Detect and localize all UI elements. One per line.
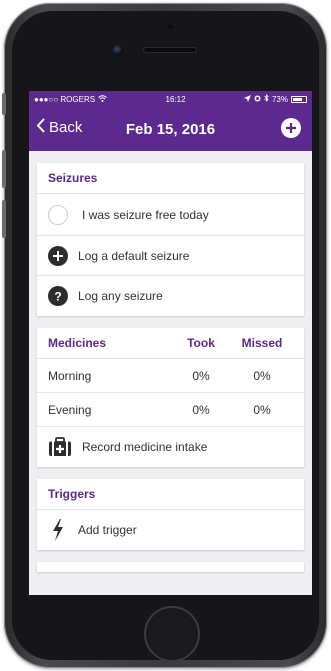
lightning-icon [53, 519, 63, 541]
triggers-card: Triggers Add trigger [37, 479, 304, 550]
earpiece-speaker [144, 48, 196, 52]
log-any-seizure-label: Log any seizure [78, 289, 163, 303]
app-screen: ●●●○○ ROGERS 16:12 73% Back Feb 15, 2016… [29, 91, 312, 595]
plus-icon [286, 123, 296, 133]
missed-value: 0% [253, 368, 271, 383]
medicine-time-label: Evening [48, 402, 92, 417]
volume-up-button [2, 150, 6, 188]
navigation-bar: Back Feb 15, 2016 [29, 107, 312, 151]
content-area: Seizures I was seizure free today Log a … [29, 151, 312, 572]
proximity-sensor [168, 24, 173, 29]
back-label: Back [49, 119, 83, 136]
seizures-header: Seizures [37, 163, 304, 194]
add-circle-button[interactable] [281, 118, 301, 138]
next-card-peek [37, 562, 304, 572]
add-trigger-row[interactable]: Add trigger [37, 510, 304, 550]
empty-circle-icon [48, 204, 68, 225]
front-camera [113, 45, 123, 55]
volume-down-button [2, 200, 6, 238]
alarm-icon [254, 95, 261, 104]
triggers-header: Triggers [37, 479, 304, 510]
took-value: 0% [192, 368, 210, 383]
seizure-free-label: I was seizure free today [82, 207, 209, 222]
mute-switch [2, 93, 6, 115]
medicines-header-row: Medicines Took Missed [37, 328, 304, 359]
seizure-free-row[interactable]: I was seizure free today [37, 194, 304, 236]
status-time: 16:12 [165, 94, 186, 104]
bluetooth-icon [264, 94, 269, 104]
wifi-icon [98, 94, 107, 104]
medicine-row-evening[interactable]: Evening 0% 0% [37, 393, 304, 427]
seizures-card: Seizures I was seizure free today Log a … [37, 163, 304, 316]
battery-percent: 73% [271, 94, 288, 104]
medicines-card: Medicines Took Missed Morning 0% 0% Even… [37, 328, 304, 467]
missed-value: 0% [253, 402, 271, 417]
location-icon [243, 94, 251, 104]
plus-circle-icon [48, 245, 68, 266]
missed-column-header: Missed [241, 336, 283, 350]
back-button[interactable]: Back [36, 118, 82, 137]
record-medicine-intake-row[interactable]: Record medicine intake [37, 427, 304, 467]
question-circle-icon: ? [48, 286, 68, 306]
home-button[interactable] [144, 606, 200, 662]
log-any-seizure-row[interactable]: ? Log any seizure [37, 276, 304, 316]
record-medicine-intake-label: Record medicine intake [82, 440, 208, 454]
carrier-label: ●●●○○ ROGERS [34, 94, 96, 104]
status-bar: ●●●○○ ROGERS 16:12 73% [29, 91, 312, 107]
log-default-seizure-row[interactable]: Log a default seizure [37, 236, 304, 276]
add-trigger-label: Add trigger [78, 523, 137, 537]
chevron-left-icon [36, 118, 45, 137]
log-default-seizure-label: Log a default seizure [78, 248, 190, 263]
battery-icon [290, 95, 307, 103]
medicines-header: Medicines [48, 336, 107, 350]
svg-text:?: ? [54, 290, 61, 304]
medicine-kit-icon [49, 437, 71, 456]
page-title: Feb 15, 2016 [125, 120, 216, 138]
took-value: 0% [192, 402, 210, 417]
medicine-time-label: Morning [48, 368, 92, 383]
took-column-header: Took [187, 336, 215, 350]
medicine-row-morning[interactable]: Morning 0% 0% [37, 359, 304, 393]
